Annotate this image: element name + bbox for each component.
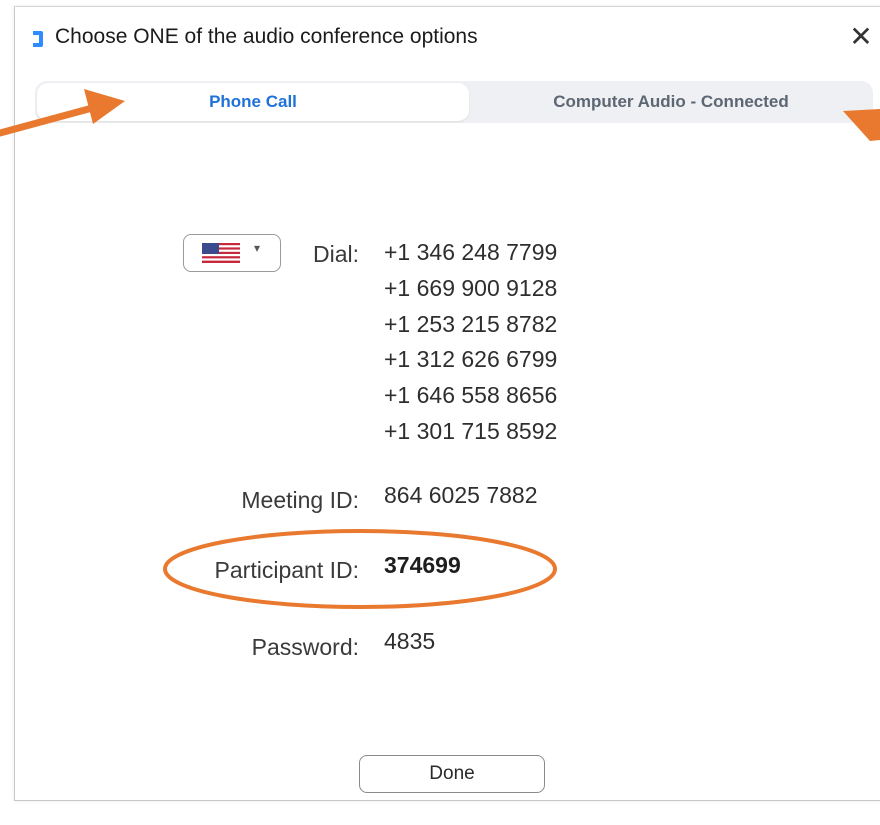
zoom-logo-icon (33, 31, 43, 47)
close-button[interactable]: ✕ (841, 17, 880, 57)
dial-number: +1 253 215 8782 (384, 310, 558, 337)
audio-options-dialog: Choose ONE of the audio conference optio… (14, 6, 880, 801)
dial-number: +1 312 626 6799 (384, 346, 558, 373)
us-flag-icon (202, 243, 240, 263)
screenshot-frame: Choose ONE of the audio conference optio… (0, 0, 880, 825)
dial-label: Dial: (312, 241, 359, 267)
close-icon: ✕ (849, 21, 873, 52)
dial-number: +1 346 248 7799 (384, 239, 558, 265)
tab-computer-audio[interactable]: Computer Audio - Connected (471, 83, 871, 121)
done-button[interactable]: Done (359, 755, 545, 793)
title-bar: Choose ONE of the audio conference optio… (15, 7, 880, 69)
dial-number: +1 301 715 8592 (384, 417, 558, 444)
participant-id-label: Participant ID: (214, 557, 359, 583)
tab-phone-call[interactable]: Phone Call (37, 83, 469, 121)
dial-number-list: +1 346 248 7799 +1 669 900 9128 +1 253 2… (384, 235, 557, 450)
password-value: 4835 (384, 628, 436, 654)
tab-bar: Phone Call Computer Audio - Connected (35, 81, 873, 123)
meeting-id-value: 864 6025 7882 (384, 482, 538, 508)
dial-number: +1 669 900 9128 (384, 274, 558, 301)
country-select[interactable]: ▾ (183, 234, 281, 272)
chevron-down-icon: ▾ (254, 241, 261, 255)
meeting-id-label: Meeting ID: (241, 487, 359, 513)
dial-number: +1 646 558 8656 (384, 382, 558, 409)
dialog-title: Choose ONE of the audio conference optio… (55, 25, 478, 48)
password-label: Password: (251, 634, 359, 660)
participant-id-value: 374699 (384, 552, 461, 578)
